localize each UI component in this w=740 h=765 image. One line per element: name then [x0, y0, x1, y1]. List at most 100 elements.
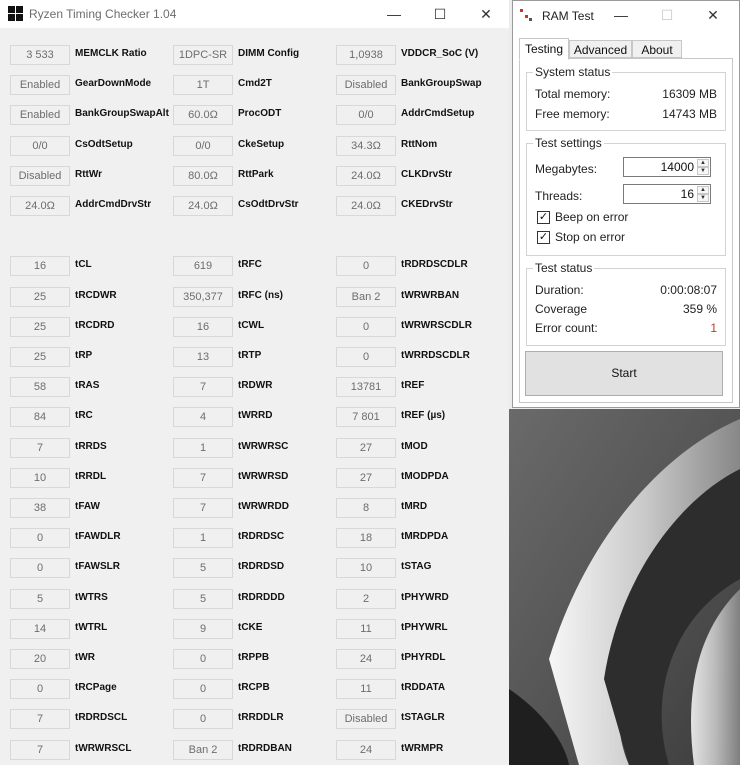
ramtest-maximize-button: ☐ [660, 7, 674, 23]
timing-label: tRDRDSD [238, 561, 285, 572]
timing-label: tRDRDDD [238, 592, 285, 603]
timing-value-box: 84 [10, 407, 70, 427]
timing-value-box: 11 [336, 679, 396, 699]
megabytes-input[interactable]: 14000 ▲ ▼ [623, 157, 711, 177]
timing-value-box: Enabled [10, 75, 70, 95]
timing-value-box: 27 [336, 468, 396, 488]
timing-value-box: 5 [173, 589, 233, 609]
timing-label: tWRWRSCDLR [401, 320, 472, 331]
total-memory-label: Total memory: [535, 87, 611, 101]
ramtest-tab-bar: Testing Advanced About [519, 38, 733, 60]
timing-label: tRCDRD [75, 320, 115, 331]
timing-label: tRRDL [75, 471, 107, 482]
timing-value-box: 7 801 [336, 407, 396, 427]
timing-value-box: 25 [10, 347, 70, 367]
timing-value-box: 24.0Ω [10, 196, 70, 216]
timing-value-box: 8 [336, 498, 396, 518]
timing-label: tMOD [401, 441, 428, 452]
threads-up-icon[interactable]: ▲ [697, 186, 709, 194]
megabytes-up-icon[interactable]: ▲ [697, 159, 709, 167]
timing-value-box: 60.0Ω [173, 105, 233, 125]
maximize-button[interactable]: ☐ [417, 0, 463, 28]
timing-value-box: 58 [10, 377, 70, 397]
timing-value-box: 7 [10, 740, 70, 760]
timing-label: tSTAGLR [401, 712, 445, 723]
timing-value-box: 0 [10, 558, 70, 578]
threads-input[interactable]: 16 ▲ ▼ [623, 184, 711, 204]
timing-value-box: Enabled [10, 105, 70, 125]
ramtest-app-icon [520, 9, 532, 21]
timing-value-box: 350,377 [173, 287, 233, 307]
megabytes-label: Megabytes: [535, 162, 598, 176]
coverage-value: 359 % [682, 302, 717, 316]
timing-label: VDDCR_SoC (V) [401, 48, 479, 59]
timing-label: tMRD [401, 501, 428, 512]
timing-value-box: 20 [10, 649, 70, 669]
timing-label: tMODPDA [401, 471, 449, 482]
timing-value-box: 25 [10, 317, 70, 337]
threads-down-icon[interactable]: ▼ [697, 194, 709, 202]
timing-label: tREF (µs) [401, 410, 446, 421]
app-logo-icon [8, 6, 23, 21]
timing-label: Cmd2T [238, 78, 272, 89]
timing-label: tCKE [238, 622, 263, 633]
timing-label: tWRWRBAN [401, 290, 460, 301]
start-button[interactable]: Start [525, 351, 723, 396]
coverage-label: Coverage [535, 302, 588, 316]
timing-value-box: 24.0Ω [336, 166, 396, 186]
timing-value-box: Ban 2 [173, 740, 233, 760]
duration-value: 0:00:08:07 [660, 283, 717, 297]
timing-label: tWRRD [238, 410, 273, 421]
close-button[interactable]: ✕ [463, 0, 509, 28]
test-settings-group: Test settings Megabytes: 14000 ▲ ▼ Threa… [526, 136, 726, 256]
ramtest-title-bar[interactable]: RAM Test — ☐ ✕ [513, 1, 739, 30]
timing-label: tFAW [75, 501, 100, 512]
timing-value-box: 0 [10, 679, 70, 699]
timing-label: tRRDDLR [238, 712, 284, 723]
timing-value-box: Disabled [336, 75, 396, 95]
timing-value-box: 0 [10, 528, 70, 548]
minimize-button[interactable]: — [371, 0, 417, 28]
rtc-window-title: Ryzen Timing Checker 1.04 [29, 7, 177, 21]
ramtest-minimize-button[interactable]: — [598, 1, 644, 29]
megabytes-down-icon[interactable]: ▼ [697, 167, 709, 175]
timing-value-box: 38 [10, 498, 70, 518]
timing-value-box: 0 [173, 709, 233, 729]
timing-label: tWRWRSD [238, 471, 289, 482]
timing-label: tRDRDSCL [75, 712, 128, 723]
stop-on-error-checkbox[interactable]: ✓ [537, 231, 550, 244]
timing-value-box: 7 [10, 438, 70, 458]
timing-value-box: 9 [173, 619, 233, 639]
timing-value-box: 0/0 [10, 136, 70, 156]
timing-value-box: 18 [336, 528, 396, 548]
timing-label: tRC [75, 410, 93, 421]
timing-label: CkeSetup [238, 139, 285, 150]
timing-label: tRCPage [75, 682, 117, 693]
timing-label: DIMM Config [238, 48, 300, 59]
timing-value-box: 5 [10, 589, 70, 609]
timing-value-box: 10 [10, 468, 70, 488]
ramtest-window-title: RAM Test [542, 9, 594, 23]
timing-value-box: 1 [173, 528, 233, 548]
timing-value-box: 24.0Ω [336, 196, 396, 216]
timing-value-box: 0 [336, 347, 396, 367]
timing-value-box: 7 [10, 709, 70, 729]
rtc-title-bar[interactable]: Ryzen Timing Checker 1.04 — ☐ ✕ [0, 0, 509, 28]
beep-on-error-checkbox[interactable]: ✓ [537, 211, 550, 224]
timing-value-box: 24 [336, 740, 396, 760]
timing-value-box: 80.0Ω [173, 166, 233, 186]
ramtest-close-button[interactable]: ✕ [690, 1, 736, 29]
tab-about[interactable]: About [632, 40, 682, 58]
total-memory-value: 16309 MB [662, 87, 717, 101]
test-status-group: Test status Duration: 0:00:08:07 Coverag… [526, 261, 726, 346]
timing-value-box: 13 [173, 347, 233, 367]
timing-label: tRDRDBAN [238, 743, 292, 754]
timing-label: tSTAG [401, 561, 432, 572]
timing-value-box: 24 [336, 649, 396, 669]
tab-testing[interactable]: Testing [519, 38, 569, 60]
timing-label: tCL [75, 259, 92, 270]
tab-advanced[interactable]: Advanced [569, 40, 632, 58]
timing-label: RttPark [238, 169, 274, 180]
timing-value-box: 1T [173, 75, 233, 95]
timing-label: tWRRDSCDLR [401, 350, 470, 361]
